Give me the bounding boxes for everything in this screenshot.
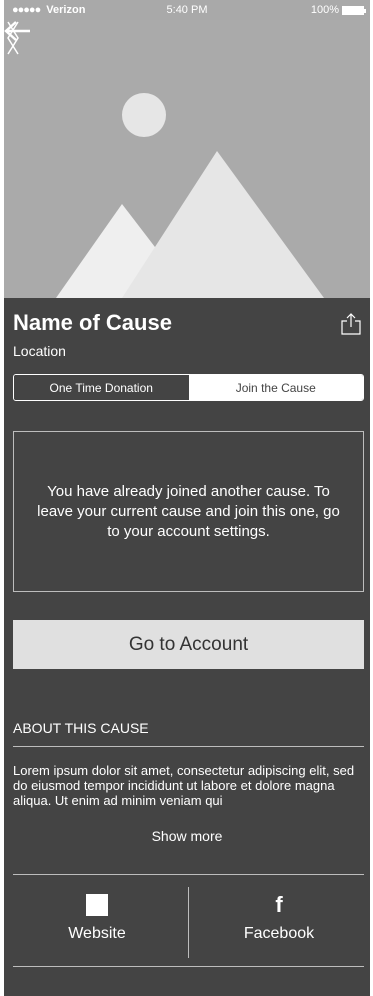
status-bar: ●●●●● Verizon 5:40 PM 100% bbox=[4, 0, 370, 20]
facebook-link[interactable]: f Facebook bbox=[194, 894, 364, 943]
chevron-right-icon[interactable] bbox=[4, 20, 22, 56]
about-divider bbox=[13, 746, 364, 747]
go-to-account-button[interactable]: Go to Account bbox=[13, 620, 364, 669]
screen: ●●●●● Verizon 5:40 PM 100% Name of Cause bbox=[0, 0, 373, 996]
website-label: Website bbox=[68, 925, 126, 942]
cause-location: Location bbox=[13, 343, 66, 359]
battery-icon bbox=[342, 5, 366, 15]
facebook-label: Facebook bbox=[243, 925, 315, 942]
already-joined-notice: You have already joined another cause. T… bbox=[13, 431, 364, 592]
links-divider-vertical bbox=[188, 887, 189, 958]
share-icon[interactable] bbox=[340, 312, 362, 336]
about-heading: ABOUT THIS CAUSE bbox=[13, 720, 149, 736]
battery-percent: 100% bbox=[310, 4, 339, 16]
links-divider-top bbox=[13, 874, 364, 875]
links-divider-bottom bbox=[13, 966, 364, 967]
about-text: Lorem ipsum dolor sit amet, consectetur … bbox=[13, 763, 355, 808]
facebook-icon: f bbox=[275, 892, 283, 917]
website-icon bbox=[86, 894, 108, 916]
cause-image-carousel[interactable] bbox=[4, 20, 370, 298]
website-link[interactable]: Website bbox=[12, 894, 182, 943]
image-placeholder-icon bbox=[4, 20, 370, 298]
battery: 100% bbox=[310, 4, 366, 16]
tab-join-the-cause[interactable]: Join the Cause bbox=[188, 375, 363, 400]
cause-details: Name of Cause Location One Time Donation… bbox=[4, 298, 370, 996]
cause-name: Name of Cause bbox=[13, 310, 172, 335]
tab-one-time-donation[interactable]: One Time Donation bbox=[14, 375, 189, 400]
donation-type-segmented-control: One Time Donation Join the Cause bbox=[13, 374, 364, 401]
show-more-link[interactable]: Show more bbox=[4, 828, 370, 844]
